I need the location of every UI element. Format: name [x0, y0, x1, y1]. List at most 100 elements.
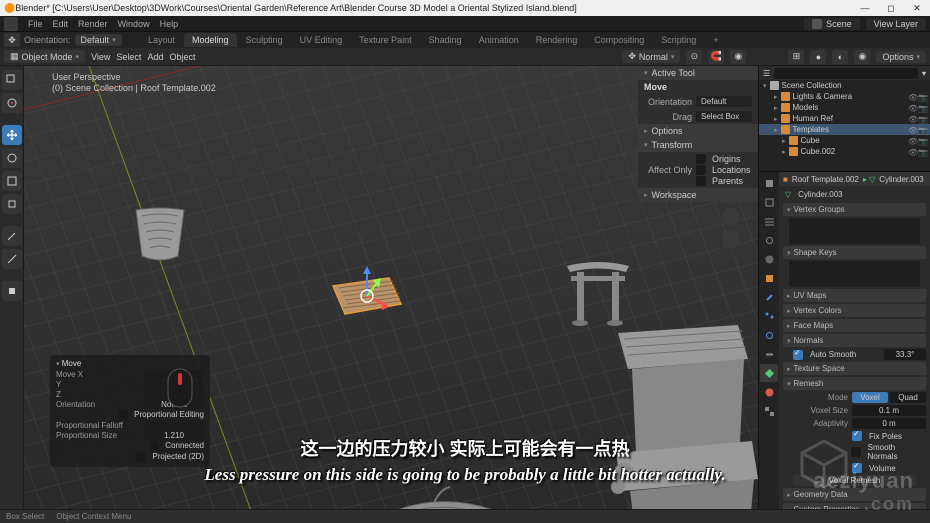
active-tool-drag[interactable]: Select Box	[696, 111, 752, 122]
menu-file[interactable]: File	[28, 19, 43, 29]
shading-wireframe-icon[interactable]: ⊞	[788, 50, 804, 64]
tool-rotate[interactable]	[2, 148, 22, 168]
prop-tab-physics[interactable]	[760, 326, 778, 344]
prop-tab-output[interactable]	[760, 193, 778, 211]
workspace-add[interactable]: +	[705, 33, 726, 47]
panel-vertex-groups[interactable]: ▾Vertex Groups	[783, 203, 926, 216]
tool-scale[interactable]	[2, 171, 22, 191]
viewlayer-selector[interactable]: View Layer	[866, 18, 926, 30]
scene-selector[interactable]: Scene	[804, 18, 860, 30]
voxel-size[interactable]: 0.1 m	[852, 405, 926, 416]
outliner-item[interactable]: ▸Lights & Camera👁📷	[759, 91, 930, 102]
outliner-mode-icon[interactable]: ☰	[763, 69, 770, 78]
tool-move[interactable]	[2, 125, 22, 145]
object-torii-gate[interactable]	[563, 256, 633, 326]
outliner-root[interactable]: ▾Scene Collection	[759, 80, 930, 91]
outliner-item[interactable]: ▸Human Ref👁📷	[759, 113, 930, 124]
workspace-tab-modeling[interactable]: Modeling	[184, 33, 237, 47]
mesh-name-field[interactable]: Cylinder.003	[794, 190, 842, 199]
menu-add[interactable]: Add	[147, 52, 163, 62]
properties-breadcrumb: ■Roof Template.002 ▸ ▽Cylinder.003	[779, 172, 930, 186]
maximize-button[interactable]: ◻	[882, 2, 900, 14]
object-roof-left[interactable]	[134, 206, 186, 264]
menu-select[interactable]: Select	[116, 52, 141, 62]
panel-vertex-colors[interactable]: ▸Vertex Colors	[783, 304, 926, 317]
workspace-tabs: ✥ Orientation: Default▾ Layout Modeling …	[0, 32, 930, 48]
prop-tab-viewlayer[interactable]	[760, 212, 778, 230]
shading-solid-icon[interactable]: ●	[810, 50, 826, 64]
outliner-item[interactable]: ▸Cube.002👁📷	[759, 146, 930, 157]
panel-normals[interactable]: ▾Normals	[783, 334, 926, 347]
prop-tab-render[interactable]	[760, 174, 778, 192]
object-shrine[interactable]	[588, 323, 758, 523]
tool-transform[interactable]	[2, 194, 22, 214]
prop-tab-particle[interactable]	[760, 307, 778, 325]
outliner-item[interactable]: ▸Templates👁📷	[759, 124, 930, 135]
workspace-tab-texturepaint[interactable]: Texture Paint	[351, 33, 420, 47]
panel-uv-maps[interactable]: ▸UV Maps	[783, 289, 926, 302]
prop-tab-constraint[interactable]	[760, 345, 778, 363]
menu-render[interactable]: Render	[78, 19, 108, 29]
orientation-dropdown[interactable]: Default▾	[75, 34, 122, 46]
fix-poles-check[interactable]	[852, 431, 862, 441]
object-roof-template-selected[interactable]	[329, 276, 404, 318]
prop-tab-material[interactable]	[760, 383, 778, 401]
menu-window[interactable]: Window	[118, 19, 150, 29]
shading-rendered-icon[interactable]: ◉	[854, 50, 870, 64]
panel-texture-space[interactable]: ▸Texture Space	[783, 362, 926, 375]
camera-icon[interactable]	[722, 208, 740, 226]
outliner: ☰ ▾ ▾Scene Collection ▸Lights & Camera👁📷…	[759, 66, 930, 172]
tool-measure[interactable]	[2, 249, 22, 269]
menu-object[interactable]: Object	[169, 52, 195, 62]
prop-tab-object[interactable]	[760, 269, 778, 287]
workspace-tab-animation[interactable]: Animation	[471, 33, 527, 47]
tool-cursor[interactable]	[2, 93, 22, 113]
menu-view[interactable]: View	[91, 52, 110, 62]
smooth-normals-check[interactable]	[851, 447, 861, 457]
tool-annotate[interactable]	[2, 226, 22, 246]
workspace-tab-scripting[interactable]: Scripting	[653, 33, 704, 47]
options-dropdown[interactable]: Options ▾	[876, 51, 926, 63]
mode-selector[interactable]: ▦ Object Mode ▾	[4, 50, 85, 63]
workspace-tab-sculpting[interactable]: Sculpting	[238, 33, 291, 47]
outliner-filter-icon[interactable]: ▾	[922, 69, 926, 78]
workspace-tab-layout[interactable]: Layout	[140, 33, 183, 47]
auto-smooth-angle[interactable]: 33.3°	[884, 349, 926, 360]
status-select: Box Select	[6, 512, 44, 521]
prop-tab-texture[interactable]	[760, 402, 778, 420]
tool-add-cube[interactable]	[2, 281, 22, 301]
shading-material-icon[interactable]: ◐	[832, 50, 848, 64]
prop-tab-data[interactable]	[760, 364, 778, 382]
ortho-icon[interactable]	[722, 230, 740, 248]
menu-help[interactable]: Help	[160, 19, 179, 29]
minimize-button[interactable]: —	[856, 2, 874, 14]
prop-tab-world[interactable]	[760, 250, 778, 268]
status-bar: Box Select Object Context Menu	[0, 509, 930, 523]
remesh-voxel[interactable]: Voxel	[852, 392, 888, 403]
orientation-icon[interactable]: ✥	[4, 33, 20, 47]
active-tool-orientation[interactable]: Default	[696, 96, 752, 107]
blender-icon[interactable]	[4, 17, 18, 31]
tool-select-box[interactable]	[2, 70, 22, 90]
adaptivity[interactable]: 0 m	[852, 418, 926, 429]
prop-tab-modifier[interactable]	[760, 288, 778, 306]
menu-edit[interactable]: Edit	[53, 19, 69, 29]
outliner-item[interactable]: ▸Cube👁📷	[759, 135, 930, 146]
remesh-quad[interactable]: Quad	[890, 392, 926, 403]
panel-shape-keys[interactable]: ▾Shape Keys	[783, 246, 926, 259]
auto-smooth-check[interactable]	[793, 350, 803, 360]
outliner-search[interactable]	[774, 68, 918, 79]
close-button[interactable]: ✕	[908, 2, 926, 14]
workspace-tab-shading[interactable]: Shading	[421, 33, 470, 47]
workspace-tab-compositing[interactable]: Compositing	[586, 33, 652, 47]
pivot-icon[interactable]: ⊙	[686, 50, 702, 64]
panel-remesh[interactable]: ▾Remesh	[783, 377, 926, 390]
snap-icon[interactable]: 🧲	[708, 50, 724, 64]
outliner-item[interactable]: ▸Models👁📷	[759, 102, 930, 113]
panel-face-maps[interactable]: ▸Face Maps	[783, 319, 926, 332]
transform-orientation[interactable]: ✥ Normal ▾	[622, 50, 680, 63]
prop-tab-scene[interactable]	[760, 231, 778, 249]
workspace-tab-uvediting[interactable]: UV Editing	[292, 33, 351, 47]
workspace-tab-rendering[interactable]: Rendering	[528, 33, 586, 47]
proportional-icon[interactable]: ◉	[730, 50, 746, 64]
